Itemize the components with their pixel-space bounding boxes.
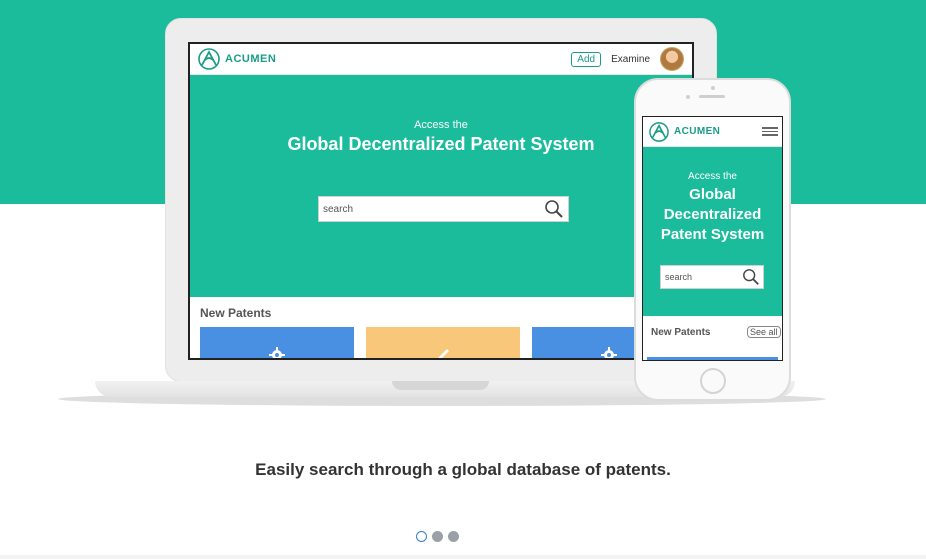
carousel-dot-3[interactable] [448,531,459,542]
patent-card-2[interactable] [366,327,520,358]
phone-camera [711,86,715,90]
gear-icon [269,347,285,358]
hero-section: Access the Global Decentralized Patent S… [190,75,692,297]
search-icon[interactable] [544,199,564,219]
carousel-indicators [416,531,459,542]
mobile-new-patents-title: New Patents [651,327,711,338]
brand-name: ACUMEN [225,53,277,65]
mobile-brand-name: ACUMEN [674,126,721,137]
mobile-brand-logo[interactable]: ACUMEN [649,121,721,142]
patent-card-1[interactable] [200,327,354,358]
brand-logo[interactable]: ACUMEN [198,48,276,70]
gear-icon [601,347,617,358]
search-bar [318,196,569,222]
acumen-logo-icon [198,48,220,70]
add-button[interactable]: Add [571,51,602,67]
acumen-logo-icon [649,121,669,142]
landing-stage: ACUMEN Add Examine Access the Global Dec… [0,0,926,559]
hero-title: Global Decentralized Patent System [287,134,595,154]
laptop-screen: ACUMEN Add Examine Access the Global Dec… [188,42,694,360]
laptop-notch [392,381,489,390]
app-navbar: ACUMEN Add Examine [190,44,692,75]
avatar[interactable] [660,47,684,71]
hamburger-menu-icon[interactable] [762,127,778,136]
phone-screen: ACUMEN Access the Global Decentralized P… [642,116,783,361]
phone-home-button [700,368,726,394]
search-input[interactable] [323,203,544,215]
examine-link[interactable]: Examine [611,54,650,65]
slide-caption: Easily search through a global database … [255,460,671,479]
see-all-button[interactable]: See all [747,326,781,338]
search-icon[interactable] [742,268,760,286]
mobile-navbar: ACUMEN [643,117,782,147]
mobile-search-bar [660,265,764,289]
mobile-hero-title: Global Decentralized Patent System [660,186,765,243]
carousel-dot-1[interactable] [416,531,427,542]
footer-divider [0,555,926,559]
mobile-hero-section: Access the Global Decentralized Patent S… [643,147,782,316]
hero-pretitle: Access the [414,119,468,131]
pencil-icon [438,349,449,358]
mobile-hero-pretitle: Access the [688,171,737,182]
mobile-search-input[interactable] [665,272,735,282]
carousel-dot-2[interactable] [432,531,443,542]
mobile-patent-card[interactable] [647,357,778,360]
new-patents-title: New Patents [200,306,272,320]
phone-sensor [686,95,690,99]
phone-speaker [699,95,725,98]
